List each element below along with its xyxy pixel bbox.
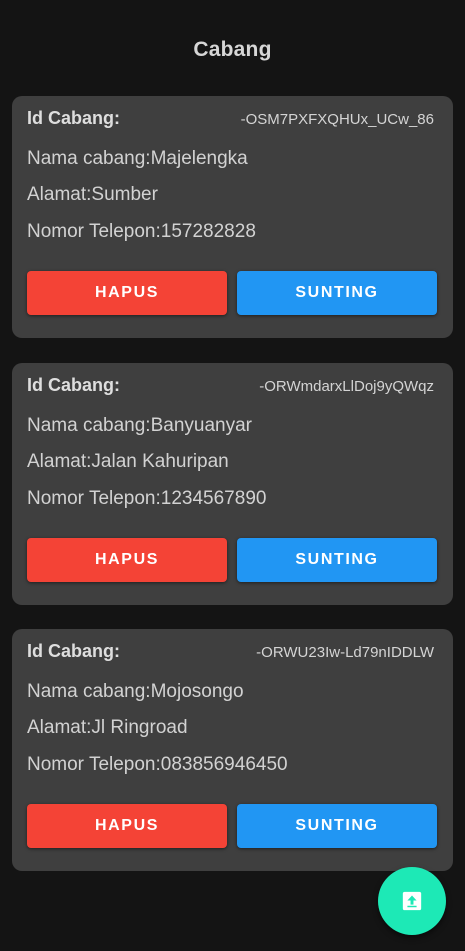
branch-id-row: Id Cabang: -OSM7PXFXQHUx_UCw_86 (27, 108, 434, 132)
branch-name: Nama cabang:Majelengka (27, 148, 248, 169)
branch-id-label: Id Cabang: (27, 641, 120, 661)
branch-phone: Nomor Telepon:083856946450 (27, 754, 288, 775)
branch-id-value: -OSM7PXFXQHUx_UCw_86 (240, 111, 434, 128)
edit-button[interactable]: SUNTING (237, 538, 437, 582)
delete-button[interactable]: HAPUS (27, 804, 227, 848)
branch-id-label: Id Cabang: (27, 108, 120, 128)
page-title: Cabang (193, 38, 272, 61)
branch-address: Alamat:Sumber (27, 184, 158, 205)
branch-card: Id Cabang: -ORWU23Iw-Ld79nIDDLW Nama cab… (12, 629, 453, 871)
branch-id-label: Id Cabang: (27, 375, 120, 395)
branch-address: Alamat:Jalan Kahuripan (27, 451, 229, 472)
delete-button[interactable]: HAPUS (27, 538, 227, 582)
branch-phone: Nomor Telepon:157282828 (27, 221, 256, 242)
branch-id-value: -ORWmdarxLlDoj9yQWqz (259, 378, 434, 395)
edit-button[interactable]: SUNTING (237, 271, 437, 315)
branch-card: Id Cabang: -ORWmdarxLlDoj9yQWqz Nama cab… (12, 363, 453, 605)
branch-name: Nama cabang:Mojosongo (27, 681, 244, 702)
upload-icon (402, 891, 422, 911)
branch-phone: Nomor Telepon:1234567890 (27, 488, 267, 509)
edit-button[interactable]: SUNTING (237, 804, 437, 848)
branch-address: Alamat:Jl Ringroad (27, 717, 188, 738)
branch-name: Nama cabang:Banyuanyar (27, 415, 252, 436)
branch-id-value: -ORWU23Iw-Ld79nIDDLW (256, 644, 434, 661)
branch-card: Id Cabang: -OSM7PXFXQHUx_UCw_86 Nama cab… (12, 96, 453, 338)
branch-id-row: Id Cabang: -ORWmdarxLlDoj9yQWqz (27, 375, 434, 399)
branch-id-row: Id Cabang: -ORWU23Iw-Ld79nIDDLW (27, 641, 434, 665)
delete-button[interactable]: HAPUS (27, 271, 227, 315)
upload-fab-button[interactable] (378, 867, 446, 935)
